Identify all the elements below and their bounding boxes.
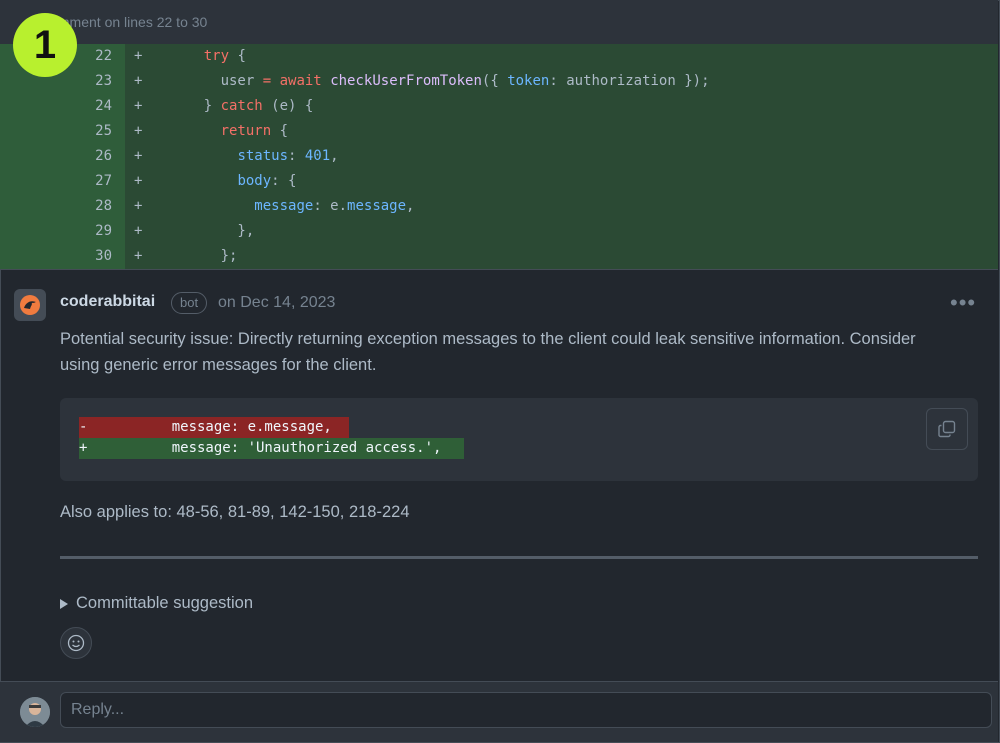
code-token: await [279, 73, 322, 89]
code-token: , [330, 148, 339, 164]
rabbit-logo-icon [20, 295, 40, 315]
comment-author[interactable]: coderabbitai [60, 293, 155, 311]
code-token: } [170, 98, 221, 114]
code-token: : e. [313, 198, 348, 214]
code-token: = [262, 73, 272, 89]
line-number[interactable]: 26 [0, 144, 112, 169]
code-token: catch [220, 98, 263, 114]
code-token: message [254, 198, 314, 214]
line-number[interactable]: 30 [0, 244, 112, 269]
code-token: user [170, 73, 263, 89]
code-token: { [229, 48, 246, 64]
code-text: body: { [170, 169, 296, 194]
suggestion-added-line: + message: 'Unauthorized access.', [79, 438, 464, 459]
comment-body: Potential security issue: Directly retur… [60, 330, 916, 374]
code-token: try [203, 48, 230, 64]
copy-button[interactable] [926, 408, 968, 450]
copy-icon [938, 420, 956, 438]
code-token: }; [170, 248, 238, 264]
diff-sign: + [134, 98, 143, 114]
code-text: user = await checkUserFromToken({ token:… [170, 69, 710, 94]
code-token: message [347, 198, 407, 214]
diff-sign: + [134, 73, 143, 89]
diff-sign: + [134, 223, 143, 239]
smiley-icon [67, 634, 85, 652]
diff-sign: + [134, 198, 143, 214]
code-token: : authorization }); [549, 73, 710, 89]
diff-header: Comment on lines 22 to 30 [0, 0, 998, 45]
code-token: , [406, 198, 415, 214]
code-token: status [237, 148, 289, 164]
line-number[interactable]: 27 [0, 169, 112, 194]
diff-sign: + [134, 48, 143, 64]
diff-sign: + [134, 173, 143, 189]
reply-section [0, 681, 998, 742]
code-line: 30 + }; [0, 244, 998, 269]
divider [60, 556, 978, 559]
bot-badge: bot [171, 292, 208, 314]
line-number[interactable]: 28 [0, 194, 112, 219]
code-line: 22 + try { [0, 44, 998, 69]
diff-sign: + [134, 248, 143, 264]
code-line: 27 + body: { [0, 169, 998, 194]
code-line: 25 + return { [0, 119, 998, 144]
code-token: checkUserFromToken [330, 73, 482, 89]
code-line: 23 + user = await checkUserFromToken({ to… [0, 69, 998, 94]
step-badge: 1 [13, 13, 77, 77]
more-options-button[interactable]: ••• [950, 290, 976, 316]
bot-avatar[interactable] [14, 289, 46, 321]
code-line: 29 + }, [0, 219, 998, 244]
code-text: }; [170, 244, 238, 269]
code-line: 24 + } catch (e) { [0, 94, 998, 119]
user-avatar[interactable] [20, 697, 50, 727]
suggestion-block: - message: e.message, + message: 'Unauth… [60, 398, 978, 481]
code-text: return { [170, 119, 288, 144]
reply-input[interactable] [60, 692, 992, 728]
code-text: } catch (e) { [170, 94, 314, 119]
code-token: ({ [481, 73, 508, 89]
triangle-right-icon [60, 598, 68, 609]
diff-sign: + [134, 123, 143, 139]
code-token: : { [271, 173, 297, 189]
committable-label: Committable suggestion [76, 594, 254, 612]
line-number[interactable]: 25 [0, 119, 112, 144]
suggestion-removed-line: - message: e.message, [79, 417, 349, 438]
line-number[interactable]: 29 [0, 219, 112, 244]
code-text: }, [170, 219, 254, 244]
code-token: }, [170, 223, 255, 239]
code-text: try { [170, 44, 246, 69]
also-applies-text: Also applies to: 48-56, 81-89, 142-150, … [60, 503, 410, 521]
code-token: body [237, 173, 272, 189]
code-text: status: 401, [170, 144, 339, 169]
code-token: token [507, 73, 550, 89]
line-number[interactable]: 24 [0, 94, 112, 119]
comment-date[interactable]: on Dec 14, 2023 [218, 294, 335, 312]
code-line: 28 + message: e.message, [0, 194, 998, 219]
code-line: 26 + status: 401, [0, 144, 998, 169]
code-token: 401 [304, 148, 331, 164]
diff-sign: + [134, 148, 143, 164]
code-diff: 22 + try {23 + user = await checkUserFromT… [0, 44, 998, 270]
code-token: : [288, 148, 305, 164]
code-token: return [220, 123, 272, 139]
add-reaction-button[interactable] [60, 627, 92, 659]
committable-suggestion-toggle[interactable]: Committable suggestion [60, 594, 253, 613]
code-token: { [271, 123, 289, 139]
code-text: message: e.message, [170, 194, 414, 219]
code-token: (e) { [262, 98, 314, 114]
